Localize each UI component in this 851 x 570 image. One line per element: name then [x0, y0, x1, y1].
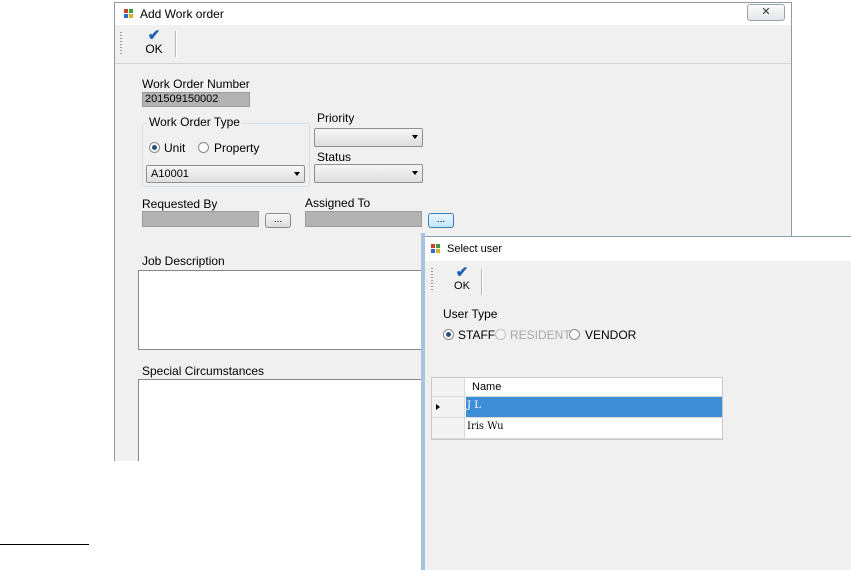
special-circumstances-label: Special Circumstances [142, 364, 265, 378]
vendor-radio[interactable] [569, 329, 580, 340]
users-grid: Name J L Iris Wu [431, 377, 723, 440]
unit-select[interactable]: A10001 [146, 165, 305, 183]
close-button[interactable]: ✕ [747, 4, 785, 21]
table-row[interactable]: J L [432, 397, 722, 418]
toolbar: ✔ OK [115, 25, 791, 64]
title-bar[interactable]: Add Work order ✕ [115, 3, 791, 25]
select-user-title-bar[interactable]: Select user [425, 237, 851, 261]
ok-button[interactable]: ✔ OK [137, 27, 171, 59]
row-header-corner [432, 378, 465, 396]
work-order-type-label: Work Order Type [147, 115, 242, 129]
window-title: Add Work order [140, 7, 224, 21]
unit-select-value: A10001 [151, 168, 189, 180]
property-radio[interactable] [198, 142, 209, 153]
staff-radio-label: STAFF [458, 328, 496, 342]
selected-cell-background [466, 397, 722, 417]
property-radio-label: Property [214, 141, 260, 155]
select-user-ok-button[interactable]: ✔ OK [445, 264, 479, 296]
priority-label: Priority [317, 111, 355, 125]
assigned-to-field[interactable] [305, 211, 422, 227]
toolbar-separator [175, 31, 177, 57]
row-header[interactable] [432, 397, 465, 417]
chevron-down-icon [412, 171, 418, 175]
table-row[interactable]: Iris Wu [432, 418, 722, 439]
job-description-textarea[interactable] [138, 270, 438, 350]
resident-radio[interactable] [495, 329, 506, 340]
current-row-icon [436, 404, 440, 410]
toolbar-grip[interactable] [431, 268, 433, 290]
app-icon [431, 244, 441, 254]
grid-header: Name [432, 378, 722, 397]
check-icon: ✔ [455, 264, 469, 281]
footnote-rule [0, 544, 89, 545]
job-description-label: Job Description [142, 254, 225, 268]
user-name-cell[interactable]: J L [467, 400, 481, 411]
resident-radio-label: RESIDENT [510, 328, 571, 342]
work-order-number-label: Work Order Number [142, 77, 250, 91]
user-name-cell[interactable]: Iris Wu [467, 421, 504, 432]
name-column-header[interactable]: Name [472, 381, 501, 393]
chevron-down-icon [412, 135, 418, 139]
work-order-number-field[interactable]: 201509150002 [142, 92, 250, 107]
assigned-to-label: Assigned To [305, 196, 371, 210]
status-select[interactable] [314, 164, 423, 183]
requested-by-field[interactable] [142, 211, 259, 227]
toolbar-grip[interactable] [120, 32, 122, 54]
chevron-down-icon [294, 172, 300, 176]
unit-radio[interactable] [149, 142, 160, 153]
select-user-window: Select user ✔ OK User Type STAFF RESIDEN… [421, 233, 851, 570]
ok-label: OK [145, 42, 163, 56]
check-icon: ✔ [147, 27, 161, 44]
requested-by-browse-button[interactable]: ... [265, 213, 291, 228]
unit-radio-label: Unit [164, 141, 186, 155]
ok-label: OK [454, 280, 470, 292]
app-icon [124, 9, 134, 19]
staff-radio[interactable] [443, 329, 454, 340]
row-header[interactable] [432, 418, 465, 438]
user-type-label: User Type [443, 307, 498, 321]
toolbar-separator [481, 269, 483, 295]
assigned-to-browse-button[interactable]: ... [428, 213, 454, 228]
special-circumstances-textarea[interactable] [138, 379, 438, 461]
priority-select[interactable] [314, 128, 423, 147]
requested-by-label: Requested By [142, 197, 218, 211]
status-label: Status [317, 150, 352, 164]
vendor-radio-label: VENDOR [585, 328, 637, 342]
select-user-title: Select user [447, 243, 503, 255]
